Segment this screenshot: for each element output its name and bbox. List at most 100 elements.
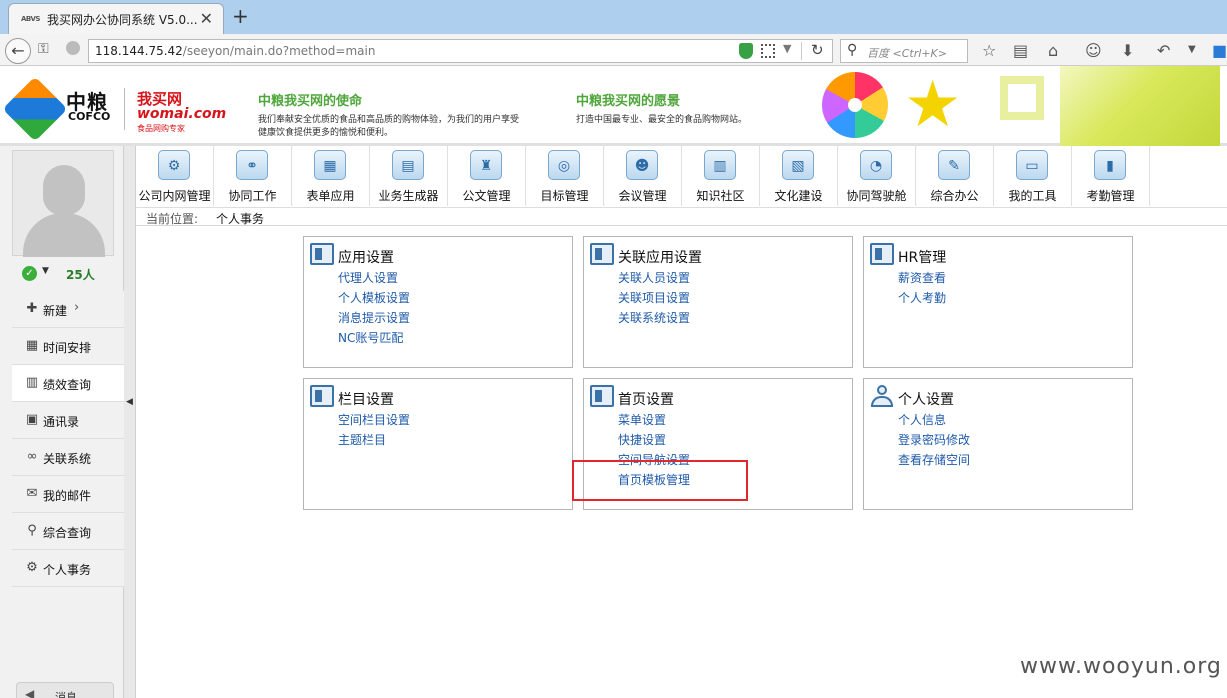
app-nav-generator[interactable]: ▤ 业务生成器	[370, 146, 448, 206]
new-tab-button[interactable]: +	[232, 4, 249, 28]
reading-list-icon[interactable]: ▤	[1013, 41, 1028, 60]
panel-personal-settings: 个人设置 个人信息 登录密码修改 查看存储空间	[863, 378, 1133, 510]
homepage-settings-icon	[590, 385, 614, 407]
app-nav-tools[interactable]: ▭ 我的工具	[994, 146, 1072, 206]
message-sound-button[interactable]: ◀ 消息	[16, 682, 114, 698]
mission-line-1: 我们奉献安全优质的食品和高品质的购物体验，为我们的用户享受	[258, 115, 520, 125]
app-nav-intranet[interactable]: ⚙ 公司内网管理	[136, 146, 214, 206]
qrcode-icon[interactable]	[761, 44, 775, 58]
sidebar-item-label: 综合查询	[43, 526, 92, 540]
sidebar-collapse-bar[interactable]: ◀	[124, 146, 136, 698]
reload-icon[interactable]: ↻	[811, 41, 824, 59]
sidebar-item-label: 绩效查询	[43, 378, 92, 392]
link-change-password[interactable]: 登录密码修改	[898, 431, 970, 451]
close-icon[interactable]: ✕	[200, 9, 213, 28]
link-nc-account[interactable]: NC账号匹配	[338, 329, 410, 349]
mail-icon: ✉	[26, 486, 38, 501]
decor-cube	[1060, 66, 1220, 146]
shield-icon[interactable]	[739, 43, 753, 59]
chevron-down-icon[interactable]: ▼	[783, 42, 791, 55]
breadcrumb-label: 当前位置:	[146, 212, 199, 226]
app-nav-form[interactable]: ▦ 表单应用	[292, 146, 370, 206]
extension-icon[interactable]: ■	[1212, 41, 1227, 60]
search-placeholder: 百度 <Ctrl+K>	[867, 47, 947, 60]
link-related-systems[interactable]: 关联系统设置	[618, 309, 690, 329]
link-topic-column[interactable]: 主题栏目	[338, 431, 410, 451]
sidebar-item-mail[interactable]: ✉ 我的邮件	[12, 476, 124, 513]
link-storage-space[interactable]: 查看存储空间	[898, 451, 970, 471]
home-icon[interactable]: ⌂	[1048, 41, 1058, 60]
app-nav-label: 业务生成器	[378, 189, 439, 203]
link-attendance[interactable]: 个人考勤	[898, 289, 946, 309]
panel-title: HR管理	[898, 250, 947, 266]
globe-icon[interactable]	[66, 41, 80, 55]
sidebar-item-label: 通讯录	[43, 415, 80, 429]
collapse-arrow-icon[interactable]: ◀	[126, 397, 133, 407]
link-related-people[interactable]: 关联人员设置	[618, 269, 690, 289]
link-agent-settings[interactable]: 代理人设置	[338, 269, 410, 289]
sidebar-item-label: 个人事务	[43, 563, 92, 577]
app-nav-label: 会议管理	[618, 189, 667, 203]
sidebar-item-performance[interactable]: ▥ 绩效查询	[12, 365, 124, 402]
smiley-icon[interactable]: ☺	[1085, 41, 1102, 60]
logo-divider	[124, 88, 125, 130]
avatar[interactable]	[12, 150, 114, 257]
panel-column-settings: 栏目设置 空间栏目设置 主题栏目	[303, 378, 573, 510]
app-nav-label: 目标管理	[540, 189, 589, 203]
app-nav-culture[interactable]: ▧ 文化建设	[760, 146, 838, 206]
status-dropdown-icon[interactable]: ▼	[42, 266, 49, 276]
app-nav-target[interactable]: ◎ 目标管理	[526, 146, 604, 206]
culture-icon: ▧	[782, 150, 814, 180]
app-nav-cockpit[interactable]: ◔ 协同驾驶舱	[838, 146, 916, 206]
bookmark-star-icon[interactable]: ☆	[982, 41, 996, 60]
url-bar[interactable]: 118.144.75.42/seeyon/main.do?method=main…	[88, 39, 833, 63]
app-nav-office[interactable]: ✎ 综合办公	[916, 146, 994, 206]
app-nav-document[interactable]: ♜ 公文管理	[448, 146, 526, 206]
link-salary[interactable]: 薪资查看	[898, 269, 946, 289]
sidebar-item-new[interactable]: ✚ 新建 ›	[12, 291, 124, 328]
app-nav-label: 公文管理	[462, 189, 511, 203]
online-count[interactable]: 25人	[66, 266, 95, 283]
sidebar-item-personal[interactable]: ⚙ 个人事务	[12, 550, 124, 587]
url-separator	[801, 42, 802, 60]
link-shortcut-settings[interactable]: 快捷设置	[618, 431, 690, 451]
sidebar-item-contacts[interactable]: ▣ 通讯录	[12, 402, 124, 439]
vision-title: 中粮我买网的愿景	[576, 94, 681, 109]
browser-tab-bar: ABVS 我买网办公协同系统 V5.0... ✕ +	[0, 0, 1227, 34]
download-icon[interactable]: ⬇	[1121, 41, 1134, 60]
cofco-name-en: COFCO	[68, 110, 111, 123]
app-nav-meeting[interactable]: ☻ 会议管理	[604, 146, 682, 206]
avatar-head	[43, 165, 85, 215]
search-box[interactable]: ⚲ 百度 <Ctrl+K>	[840, 39, 968, 63]
sidebar-menu: ✚ 新建 › ▦ 时间安排 ▥ 绩效查询 ▣ 通讯录 ∞ 关联系统 ✉ 我的邮件…	[12, 291, 124, 587]
key-icon[interactable]: ⚿	[38, 41, 49, 57]
app-nav-collab[interactable]: ⚭ 协同工作	[214, 146, 292, 206]
stamp-icon: ♜	[470, 150, 502, 180]
link-personal-info[interactable]: 个人信息	[898, 411, 970, 431]
link-related-projects[interactable]: 关联项目设置	[618, 289, 690, 309]
panel-links: 空间栏目设置 主题栏目	[338, 411, 410, 451]
app-navigation: ⚙ 公司内网管理 ⚭ 协同工作 ▦ 表单应用 ▤ 业务生成器 ♜ 公文管理 ◎ …	[136, 146, 1227, 208]
contact-icon: ▣	[25, 412, 39, 427]
womai-slogan: 食品网购专家	[137, 124, 185, 133]
sidebar-item-schedule[interactable]: ▦ 时间安排	[12, 328, 124, 365]
link-personal-template[interactable]: 个人模板设置	[338, 289, 410, 309]
link-space-column[interactable]: 空间栏目设置	[338, 411, 410, 431]
menu-dropdown-icon[interactable]: ▼	[1188, 44, 1196, 55]
undo-icon[interactable]: ↶	[1157, 41, 1170, 60]
red-highlight-box	[572, 460, 748, 501]
app-nav-knowledge[interactable]: ▥ 知识社区	[682, 146, 760, 206]
pinwheel-center	[848, 98, 862, 112]
back-button[interactable]: ←	[5, 38, 31, 64]
panel-related-app-settings: 关联应用设置 关联人员设置 关联项目设置 关联系统设置	[583, 236, 853, 368]
app-nav-attendance[interactable]: ▮ 考勤管理	[1072, 146, 1150, 206]
related-app-icon	[590, 243, 614, 265]
link-message-alert[interactable]: 消息提示设置	[338, 309, 410, 329]
browser-tab[interactable]: ABVS 我买网办公协同系统 V5.0... ✕	[8, 3, 224, 34]
sidebar-item-search[interactable]: ⚲ 综合查询	[12, 513, 124, 550]
search-icon: ⚲	[27, 523, 37, 538]
womai-name-en: womai.com	[137, 106, 227, 122]
link-menu-settings[interactable]: 菜单设置	[618, 411, 690, 431]
sidebar-item-related-systems[interactable]: ∞ 关联系统	[12, 439, 124, 476]
online-status-icon[interactable]: ✓	[22, 266, 37, 281]
